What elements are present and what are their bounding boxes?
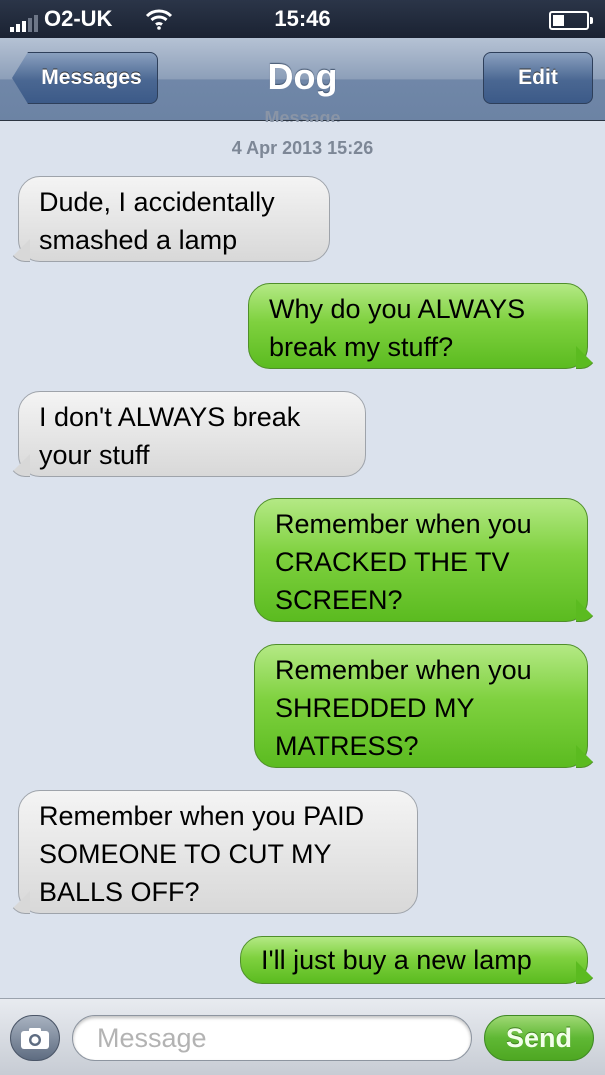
- scrolled-label: Message: [264, 108, 341, 122]
- outgoing-message[interactable]: I'll just buy a new lamp: [240, 936, 588, 984]
- message-text: Why do you ALWAYS break my stuff?: [269, 294, 526, 362]
- message-text: I'll just buy a new lamp: [261, 945, 532, 975]
- send-button[interactable]: Send: [484, 1015, 594, 1061]
- message-composer: Send: [0, 998, 605, 1075]
- battery-icon: [549, 11, 593, 30]
- message-text: Remember when you SHREDDED MY MATRESS?: [275, 655, 532, 761]
- clock: 15:46: [274, 6, 331, 31]
- incoming-message[interactable]: Remember when you PAID SOMEONE TO CUT MY…: [18, 790, 418, 914]
- message-timestamp: 4 Apr 2013 15:26: [231, 138, 374, 158]
- outgoing-message[interactable]: Remember when you CRACKED THE TV SCREEN?: [254, 498, 588, 622]
- message-text: Remember when you CRACKED THE TV SCREEN?: [275, 509, 532, 615]
- status-bar: O2-UK 15:46: [0, 0, 605, 38]
- edit-button[interactable]: Edit: [483, 52, 593, 104]
- message-text: Remember when you PAID SOMEONE TO CUT MY…: [39, 801, 365, 907]
- back-to-messages-button[interactable]: Messages: [12, 52, 158, 104]
- message-text: I don't ALWAYS break your stuff: [39, 402, 301, 470]
- outgoing-message[interactable]: Remember when you SHREDDED MY MATRESS?: [254, 644, 588, 768]
- conversation-title: Dog: [267, 56, 338, 97]
- camera-button[interactable]: [10, 1015, 60, 1061]
- message-input[interactable]: [72, 1015, 472, 1061]
- outgoing-message[interactable]: Why do you ALWAYS break my stuff?: [248, 283, 588, 369]
- incoming-message[interactable]: I don't ALWAYS break your stuff: [18, 391, 366, 477]
- incoming-message[interactable]: Dude, I accidentally smashed a lamp: [18, 176, 330, 262]
- message-text: Dude, I accidentally smashed a lamp: [39, 187, 275, 255]
- camera-icon: [21, 1028, 49, 1049]
